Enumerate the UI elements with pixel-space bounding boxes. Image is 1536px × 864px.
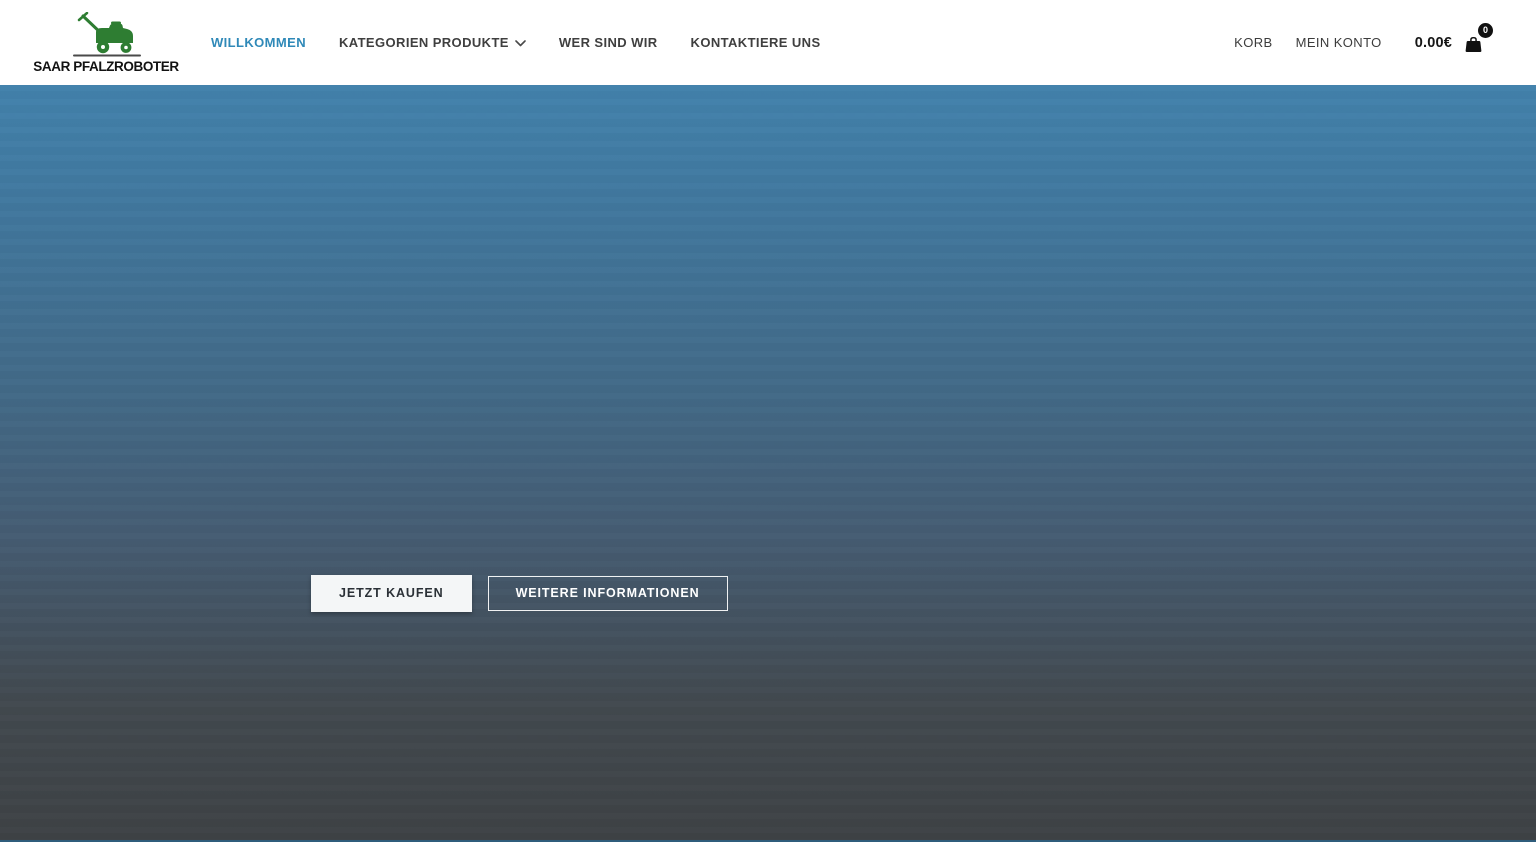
nav-kategorien-produkte-label: KATEGORIEN PRODUKTE — [338, 35, 509, 50]
weitere-informationen-button[interactable]: WEITERE INFORMATIONEN — [487, 576, 728, 611]
shopping-bag-icon — [1463, 36, 1484, 59]
cart-button[interactable]: 0 — [1463, 23, 1493, 55]
chevron-down-icon — [515, 40, 526, 47]
nav-korb[interactable]: KORB — [1234, 35, 1272, 50]
nav-willkommen-label: WILLKOMMEN — [211, 35, 306, 50]
cart-total: 0.00€ — [1414, 34, 1452, 51]
nav-wer-sind-wir-label: WER SIND WIR — [558, 35, 658, 50]
nav-kontaktiere-uns-label: KONTAKTIERE UNS — [690, 35, 821, 50]
main-nav: WILLKOMMEN KATEGORIEN PRODUKTE WER SIND … — [211, 35, 821, 50]
cart-count-badge: 0 — [1478, 23, 1493, 38]
nav-mein-konto[interactable]: MEIN KONTO — [1296, 35, 1382, 50]
nav-willkommen[interactable]: WILLKOMMEN — [211, 35, 306, 50]
nav-wer-sind-wir[interactable]: WER SIND WIR — [559, 35, 658, 50]
brand-logo[interactable]: SAAR PFALZROBOTER — [33, 11, 179, 74]
hero-banner: JETZT KAUFEN WEITERE INFORMATIONEN — [0, 85, 1536, 842]
nav-kontaktiere-uns[interactable]: KONTAKTIERE UNS — [691, 35, 821, 50]
brand-name: SAAR PFALZROBOTER — [33, 58, 179, 74]
hero-buttons: JETZT KAUFEN WEITERE INFORMATIONEN — [311, 575, 728, 612]
nav-kategorien-produkte[interactable]: KATEGORIEN PRODUKTE — [339, 35, 526, 50]
jetzt-kaufen-button[interactable]: JETZT KAUFEN — [311, 575, 472, 612]
site-header: SAAR PFALZROBOTER WILLKOMMEN KATEGORIEN … — [0, 0, 1536, 85]
header-right: KORB MEIN KONTO 0.00€ 0 — [1234, 23, 1493, 55]
lawn-mower-icon — [69, 11, 143, 58]
